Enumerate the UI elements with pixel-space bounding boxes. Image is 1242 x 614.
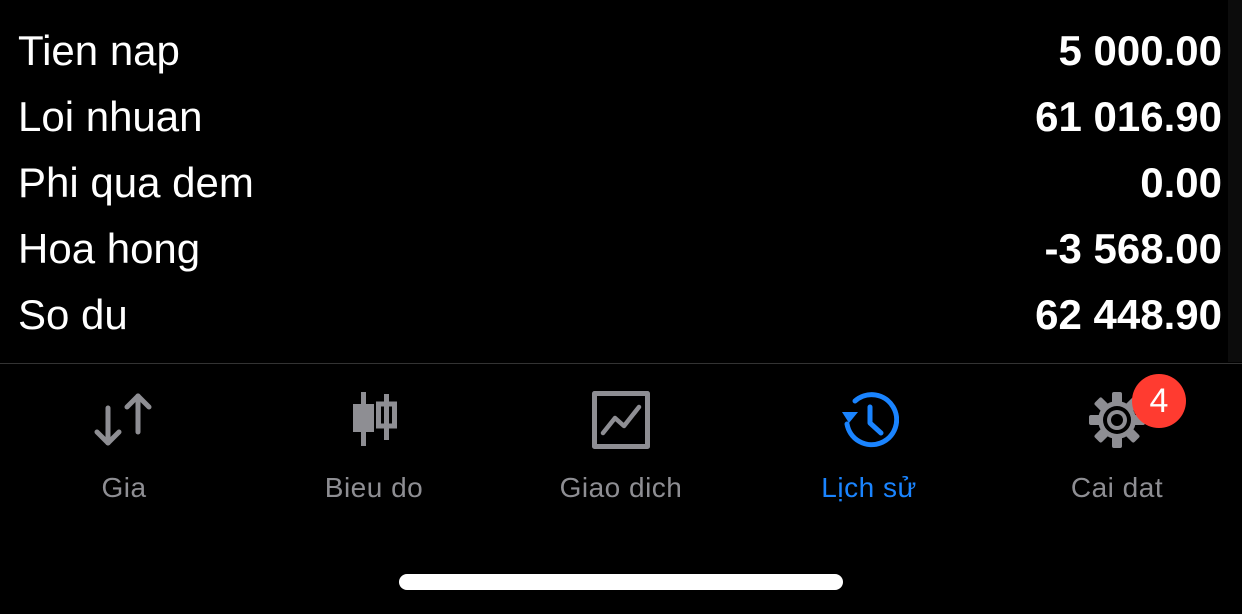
account-summary: Tien nap 5 000.00 Loi nhuan 61 016.90 Ph… bbox=[0, 18, 1242, 348]
commission-value: -3 568.00 bbox=[1044, 225, 1222, 272]
balance-label: So du bbox=[18, 291, 128, 338]
settings-badge: 4 bbox=[1132, 374, 1186, 428]
commission-label: Hoa hong bbox=[18, 225, 201, 272]
home-indicator[interactable] bbox=[399, 574, 843, 590]
history-icon bbox=[839, 390, 899, 450]
trade-chart-icon bbox=[591, 390, 651, 450]
tab-trade[interactable]: Giao dich bbox=[497, 364, 745, 524]
candlestick-chart-icon bbox=[344, 390, 404, 450]
tab-quotes-label: Gia bbox=[101, 472, 147, 503]
tab-history-label: Lịch sử bbox=[821, 472, 917, 503]
swap-value: 0.00 bbox=[1140, 159, 1222, 206]
profit-value: 61 016.90 bbox=[1035, 93, 1222, 140]
deposit-label: Tien nap bbox=[18, 27, 180, 74]
tab-history[interactable]: Lịch sử bbox=[745, 364, 993, 524]
tab-trade-label: Giao dich bbox=[559, 472, 683, 503]
swap-label: Phi qua dem bbox=[18, 159, 254, 206]
tab-bar: Gia Bieu do Giao dich Lịch sử 4 Cai dat bbox=[0, 364, 1242, 544]
tab-settings[interactable]: 4 Cai dat bbox=[993, 364, 1241, 524]
summary-row-profit: Loi nhuan 61 016.90 bbox=[0, 84, 1242, 150]
summary-row-commission: Hoa hong -3 568.00 bbox=[0, 216, 1242, 282]
deposit-value: 5 000.00 bbox=[1058, 27, 1223, 74]
tab-charts-label: Bieu do bbox=[324, 472, 424, 503]
tab-charts[interactable]: Bieu do bbox=[250, 364, 498, 524]
price-arrows-icon bbox=[94, 390, 154, 450]
summary-row-balance: So du 62 448.90 bbox=[0, 282, 1242, 348]
summary-row-deposit: Tien nap 5 000.00 bbox=[0, 18, 1242, 84]
profit-label: Loi nhuan bbox=[18, 93, 203, 140]
tab-settings-label: Cai dat bbox=[1070, 472, 1164, 503]
balance-value: 62 448.90 bbox=[1035, 291, 1222, 338]
tab-quotes[interactable]: Gia bbox=[0, 364, 248, 524]
summary-row-swap: Phi qua dem 0.00 bbox=[0, 150, 1242, 216]
